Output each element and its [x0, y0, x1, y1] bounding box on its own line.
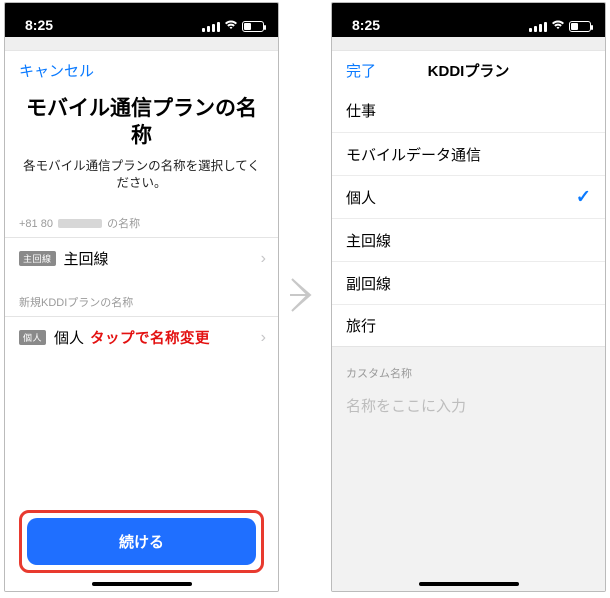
- plan-row-personal[interactable]: 個人 個人 タップで名称変更 ›: [5, 316, 278, 359]
- nav-title: KDDIプラン: [332, 60, 605, 81]
- section-caption-1: +81 80 の名称: [5, 201, 278, 237]
- plan-option-row[interactable]: 旅行: [332, 304, 605, 347]
- wifi-icon: [551, 20, 565, 33]
- wifi-icon: [224, 20, 238, 33]
- plan-row-primary[interactable]: 主回線 主回線 ›: [5, 237, 278, 280]
- plan-label: 主回線: [64, 248, 109, 269]
- nav-bar: キャンセル: [5, 51, 278, 89]
- plan-option-row[interactable]: 副回線: [332, 261, 605, 304]
- signal-icon: [529, 22, 547, 32]
- page-subtitle: 各モバイル通信プランの名称を選択してください。: [23, 158, 260, 193]
- tap-annotation: タップで名称変更: [90, 327, 210, 348]
- plan-label: 個人: [54, 327, 84, 348]
- battery-icon: [569, 21, 591, 32]
- signal-icon: [202, 22, 220, 32]
- status-icons: [529, 20, 591, 33]
- notch: [414, 3, 524, 23]
- plan-badge: 主回線: [19, 251, 56, 266]
- status-bar: 8:25: [5, 3, 278, 37]
- plan-option-row[interactable]: モバイルデータ通信: [332, 132, 605, 175]
- arrow-right-icon: [288, 275, 322, 315]
- section-caption-2: 新規KDDIプランの名称: [5, 280, 278, 316]
- chevron-right-icon: ›: [261, 250, 266, 268]
- plan-option-row[interactable]: 個人 ✓: [332, 175, 605, 218]
- plan-option-label: 主回線: [346, 230, 391, 251]
- home-indicator: [419, 582, 519, 586]
- status-icons: [202, 20, 264, 33]
- continue-highlight: 続ける: [19, 510, 264, 573]
- plan-option-label: 旅行: [346, 315, 376, 336]
- plan-badge: 個人: [19, 330, 46, 345]
- custom-name-header: カスタム名称: [332, 347, 605, 387]
- plan-name-list: 仕事モバイルデータ通信個人 ✓ 主回線副回線旅行: [332, 89, 605, 347]
- plan-option-label: 仕事: [346, 100, 376, 121]
- status-time: 8:25: [352, 17, 380, 33]
- home-indicator: [92, 582, 192, 586]
- phone-left-screen: 8:25 キャンセル モバイル通信プランの名称 各モバイル通信プランの名称を選択…: [4, 2, 279, 592]
- custom-name-input[interactable]: 名称をここに入力: [332, 387, 605, 428]
- cancel-button[interactable]: キャンセル: [19, 60, 94, 81]
- hero: モバイル通信プランの名称 各モバイル通信プランの名称を選択してください。: [5, 89, 278, 201]
- continue-button[interactable]: 続ける: [27, 518, 256, 565]
- nav-bar: 完了 KDDIプラン: [332, 51, 605, 89]
- battery-icon: [242, 21, 264, 32]
- checkmark-icon: ✓: [576, 187, 591, 208]
- custom-name-placeholder: 名称をここに入力: [346, 398, 466, 415]
- plan-option-row[interactable]: 主回線: [332, 218, 605, 261]
- footer: 続ける: [5, 498, 278, 591]
- status-bar: 8:25: [332, 3, 605, 37]
- sheet-grabber: [332, 37, 605, 51]
- phone-right-screen: 8:25 完了 KDDIプラン 仕事モバイルデータ通信個人 ✓ 主回線副回線旅行 カ…: [331, 2, 606, 592]
- plan-option-label: 個人: [346, 187, 376, 208]
- chevron-right-icon: ›: [261, 329, 266, 347]
- plan-option-row[interactable]: 仕事: [332, 89, 605, 132]
- status-time: 8:25: [25, 17, 53, 33]
- redacted-number: [58, 219, 102, 228]
- page-title: モバイル通信プランの名称: [23, 95, 260, 150]
- plan-option-label: 副回線: [346, 273, 391, 294]
- plan-option-label: モバイルデータ通信: [346, 144, 481, 165]
- sheet-grabber: [5, 37, 278, 51]
- notch: [87, 3, 197, 23]
- transition-arrow: [279, 0, 331, 590]
